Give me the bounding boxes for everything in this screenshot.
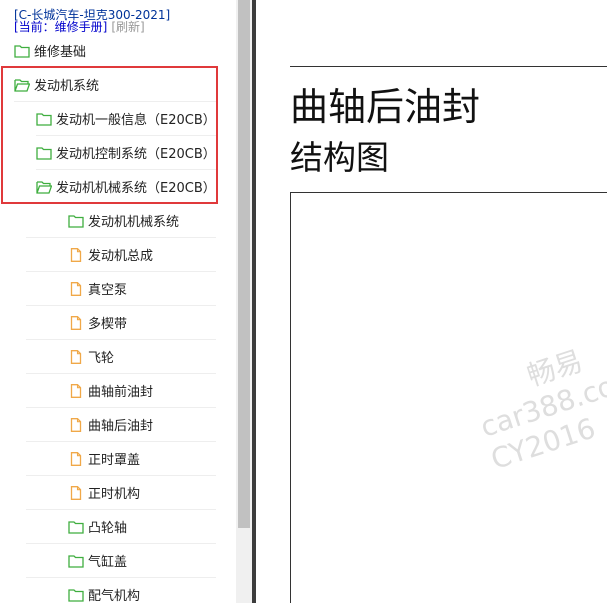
tree-item-rear-crank-seal[interactable]: 曲轴后油封 xyxy=(26,408,216,442)
tree-item-label: 正时罩盖 xyxy=(88,453,141,468)
document-content-pane: 曲轴后油封 结构图 畅易 car388.com CY2016 xyxy=(256,0,607,603)
tree-item-label: 配气机构 xyxy=(88,589,141,603)
folder-icon xyxy=(68,214,84,228)
folder-icon xyxy=(68,554,84,568)
tree-item-label: 正时机构 xyxy=(88,487,141,502)
tree-item-front-crank-seal[interactable]: 曲轴前油封 xyxy=(26,374,216,408)
refresh-link[interactable]: [刷新] xyxy=(111,20,144,34)
tree-item-label: 发动机机械系统 xyxy=(88,215,180,230)
file-icon xyxy=(68,315,84,330)
folder-icon xyxy=(68,520,84,534)
tree-item-maintenance-basics[interactable]: 维修基础 xyxy=(14,34,216,68)
section-subtitle: 结构图 xyxy=(290,138,389,177)
sidebar-scrollbar[interactable] xyxy=(236,0,252,603)
page-title: 曲轴后油封 xyxy=(290,85,481,129)
file-icon xyxy=(68,485,84,500)
tree-item-label: 曲轴后油封 xyxy=(88,419,154,434)
scrollbar-thumb[interactable] xyxy=(238,0,250,528)
folder-icon xyxy=(14,44,30,58)
tree-item-label: 多楔带 xyxy=(88,317,128,332)
tree-item-label: 发动机总成 xyxy=(88,249,154,264)
file-icon xyxy=(68,383,84,398)
tree-item-cylinder-head-cover[interactable]: 气缸盖 xyxy=(26,544,216,578)
file-icon xyxy=(68,281,84,296)
tree-item-vacuum-pump[interactable]: 真空泵 xyxy=(26,272,216,306)
tree-item-label: 真空泵 xyxy=(88,283,128,298)
current-manual-line: [当前：维修手册] [刷新] xyxy=(14,20,145,34)
file-icon xyxy=(68,349,84,364)
tree-item-label: 曲轴前油封 xyxy=(88,385,154,400)
folder-icon xyxy=(68,588,84,602)
current-manual-label[interactable]: [当前：维修手册] xyxy=(14,20,107,34)
highlight-box xyxy=(1,66,218,204)
file-icon xyxy=(68,417,84,432)
sidebar-tree-panel: [C-长城汽车-坦克300-2021] [当前：维修手册] [刷新] 维修基础 发… xyxy=(0,0,236,603)
tree-item-label: 维修基础 xyxy=(34,45,87,60)
tree-item-camshaft[interactable]: 凸轮轴 xyxy=(26,510,216,544)
tree-item-flywheel[interactable]: 飞轮 xyxy=(26,340,216,374)
tree-item-label: 凸轮轴 xyxy=(88,521,128,536)
tree-item-label: 飞轮 xyxy=(88,351,115,366)
tree-item-label: 气缸盖 xyxy=(88,555,128,570)
tree-item-engine-assembly[interactable]: 发动机总成 xyxy=(26,238,216,272)
tree-item-engine-mechanical-system[interactable]: 发动机机械系统 xyxy=(26,204,216,238)
tree-item-valve-train[interactable]: 配气机构 xyxy=(26,578,216,603)
tree-item-timing-mechanism[interactable]: 正时机构 xyxy=(26,476,216,510)
tree-item-serpentine-belt[interactable]: 多楔带 xyxy=(26,306,216,340)
file-icon xyxy=(68,451,84,466)
tree-item-timing-cover[interactable]: 正时罩盖 xyxy=(26,442,216,476)
title-rule-top xyxy=(290,66,607,67)
file-icon xyxy=(68,247,84,262)
